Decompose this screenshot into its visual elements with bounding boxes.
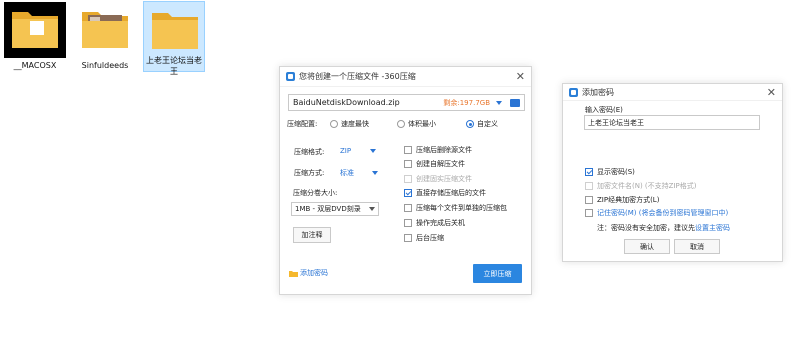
option-delete-source[interactable]: 压缩后删除源文件: [404, 145, 472, 155]
compress-dialog-title: 您将创建一个压缩文件 -360压缩: [299, 72, 416, 81]
radio-icon: [397, 120, 405, 128]
folder-small-icon: [289, 270, 298, 277]
chevron-down-icon[interactable]: [496, 100, 502, 105]
checkbox-icon: [404, 160, 412, 168]
format-label: 压缩格式:: [294, 148, 325, 156]
desktop-folder-sinfuldeeds[interactable]: Sinfuldeeds: [74, 2, 136, 71]
password-dialog-title: 添加密码: [582, 87, 614, 97]
format-select[interactable]: ZIP: [340, 147, 377, 155]
option-separate-archives[interactable]: 压缩每个文件到单独的压缩包: [404, 203, 507, 213]
encrypt-filenames-option: 加密文件名(N) (不支持ZIP格式): [585, 181, 696, 191]
option-store-direct[interactable]: 直接存储压缩后的文件: [404, 188, 486, 198]
checkbox-icon: [404, 219, 412, 227]
output-filename: BaiduNetdiskDownload.zip: [293, 98, 400, 107]
split-size-select[interactable]: 1MB - 双层DVD刻录: [291, 202, 379, 216]
browse-folder-icon[interactable]: [510, 98, 520, 107]
config-label: 压缩配置:: [287, 120, 318, 128]
close-icon[interactable]: ✕: [767, 86, 776, 99]
chevron-down-icon: [372, 171, 378, 175]
method-label: 压缩方式:: [294, 169, 325, 177]
option-self-extract[interactable]: 创建自解压文件: [404, 159, 465, 169]
folder-icon: [144, 3, 206, 53]
radio-selected-icon: [466, 120, 474, 128]
checkbox-icon: [404, 204, 412, 212]
option-solid-archive: 创建固实压缩文件: [404, 174, 472, 184]
desktop-folder-macosx[interactable]: __MACOSX: [4, 2, 66, 71]
checkbox-icon: [585, 196, 593, 204]
config-option-fastest[interactable]: 速度最快: [330, 119, 369, 129]
checkbox-icon: [404, 234, 412, 242]
chevron-down-icon: [370, 149, 377, 153]
password-input[interactable]: 上老王论坛当老王: [584, 115, 760, 130]
output-path-field[interactable]: BaiduNetdiskDownload.zip 剩余:197.7GB: [288, 94, 525, 111]
desktop-folder-selected[interactable]: 上老王论坛当老王: [143, 1, 206, 76]
ok-button[interactable]: 确认: [624, 239, 670, 254]
desktop-icon-label: __MACOSX: [13, 61, 57, 70]
remember-password-option[interactable]: 记住密码(M) (将会备份到密码管理窗口中): [585, 208, 728, 218]
option-shutdown[interactable]: 操作完成后关机: [404, 218, 465, 228]
split-label: 压缩分卷大小:: [293, 189, 338, 197]
checkbox-checked-icon: [404, 189, 412, 197]
add-password-link[interactable]: 添加密码: [289, 268, 328, 278]
checkbox-icon: [404, 175, 412, 183]
cancel-button[interactable]: 取消: [674, 239, 720, 254]
config-option-smallest[interactable]: 体积最小: [397, 119, 436, 129]
password-note: 注：密码没有安全加密，建议先 设置主密码: [597, 223, 730, 233]
desktop-icon-label: Sinfuldeeds: [81, 61, 129, 70]
desktop-icon-label: 上老王论坛当老王: [146, 56, 202, 76]
folder-icon: [74, 2, 136, 58]
password-input-label: 输入密码(E): [585, 106, 623, 114]
method-select[interactable]: 标准: [340, 168, 378, 178]
compress-dialog-titlebar[interactable]: 您将创建一个压缩文件 -360压缩 ✕: [280, 67, 531, 87]
radio-icon: [330, 120, 338, 128]
close-icon[interactable]: ✕: [516, 70, 525, 83]
chevron-down-icon: [369, 207, 375, 211]
config-option-custom[interactable]: 自定义: [466, 119, 498, 129]
free-space-label: 剩余:197.7GB: [443, 98, 490, 107]
checkbox-checked-icon: [585, 168, 593, 176]
app-logo-icon: [569, 87, 578, 97]
password-dialog-titlebar[interactable]: 添加密码 ✕: [563, 84, 782, 101]
show-password-option[interactable]: 显示密码(S): [585, 167, 635, 177]
set-master-password-link[interactable]: 设置主密码: [695, 223, 730, 233]
checkbox-icon: [585, 182, 593, 190]
app-logo-icon: [286, 72, 295, 81]
checkbox-icon: [404, 146, 412, 154]
add-comment-button[interactable]: 加注释: [293, 227, 331, 243]
compress-now-button[interactable]: 立即压缩: [473, 264, 522, 283]
option-background[interactable]: 后台压缩: [404, 233, 444, 243]
checkbox-icon: [585, 209, 593, 217]
zip-classic-option[interactable]: ZIP经典加密方式(L): [585, 195, 659, 205]
folder-icon: [4, 2, 66, 58]
